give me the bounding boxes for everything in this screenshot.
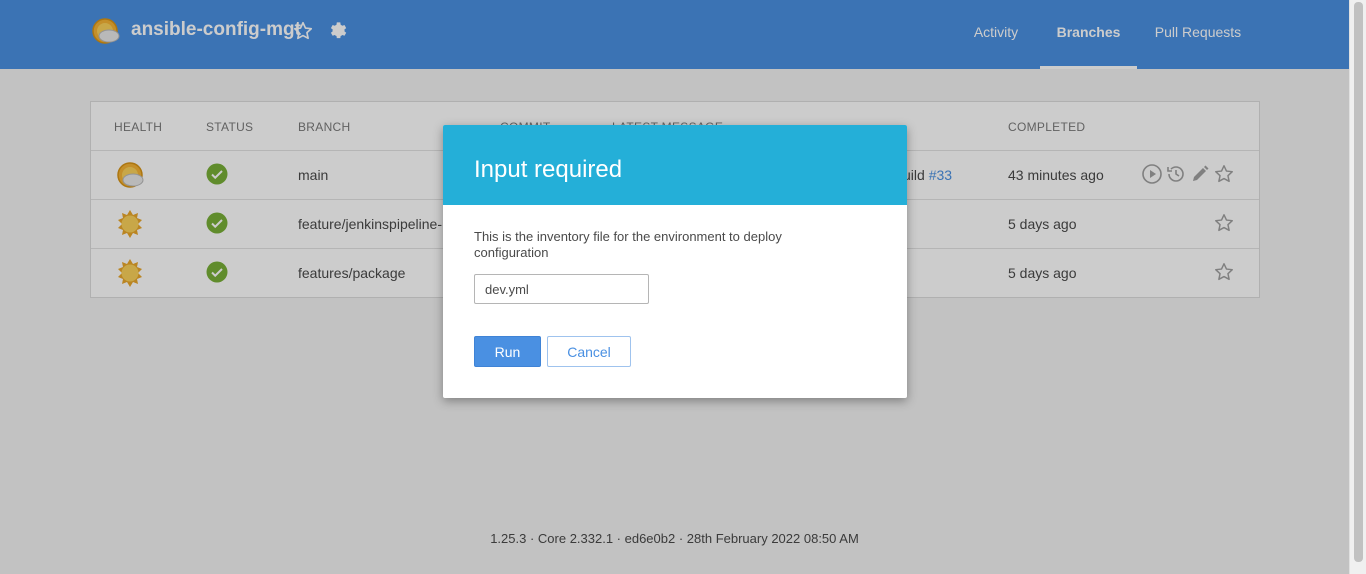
input-required-dialog: Input required This is the inventory fil…: [443, 125, 907, 398]
scrollbar-thumb[interactable]: [1354, 2, 1363, 562]
page-scrollbar[interactable]: [1349, 0, 1366, 574]
dialog-title: Input required: [443, 125, 907, 205]
cancel-button[interactable]: Cancel: [547, 336, 631, 367]
run-button[interactable]: Run: [474, 336, 541, 367]
inventory-file-input[interactable]: [474, 274, 649, 304]
dialog-description: This is the inventory file for the envir…: [474, 229, 782, 260]
